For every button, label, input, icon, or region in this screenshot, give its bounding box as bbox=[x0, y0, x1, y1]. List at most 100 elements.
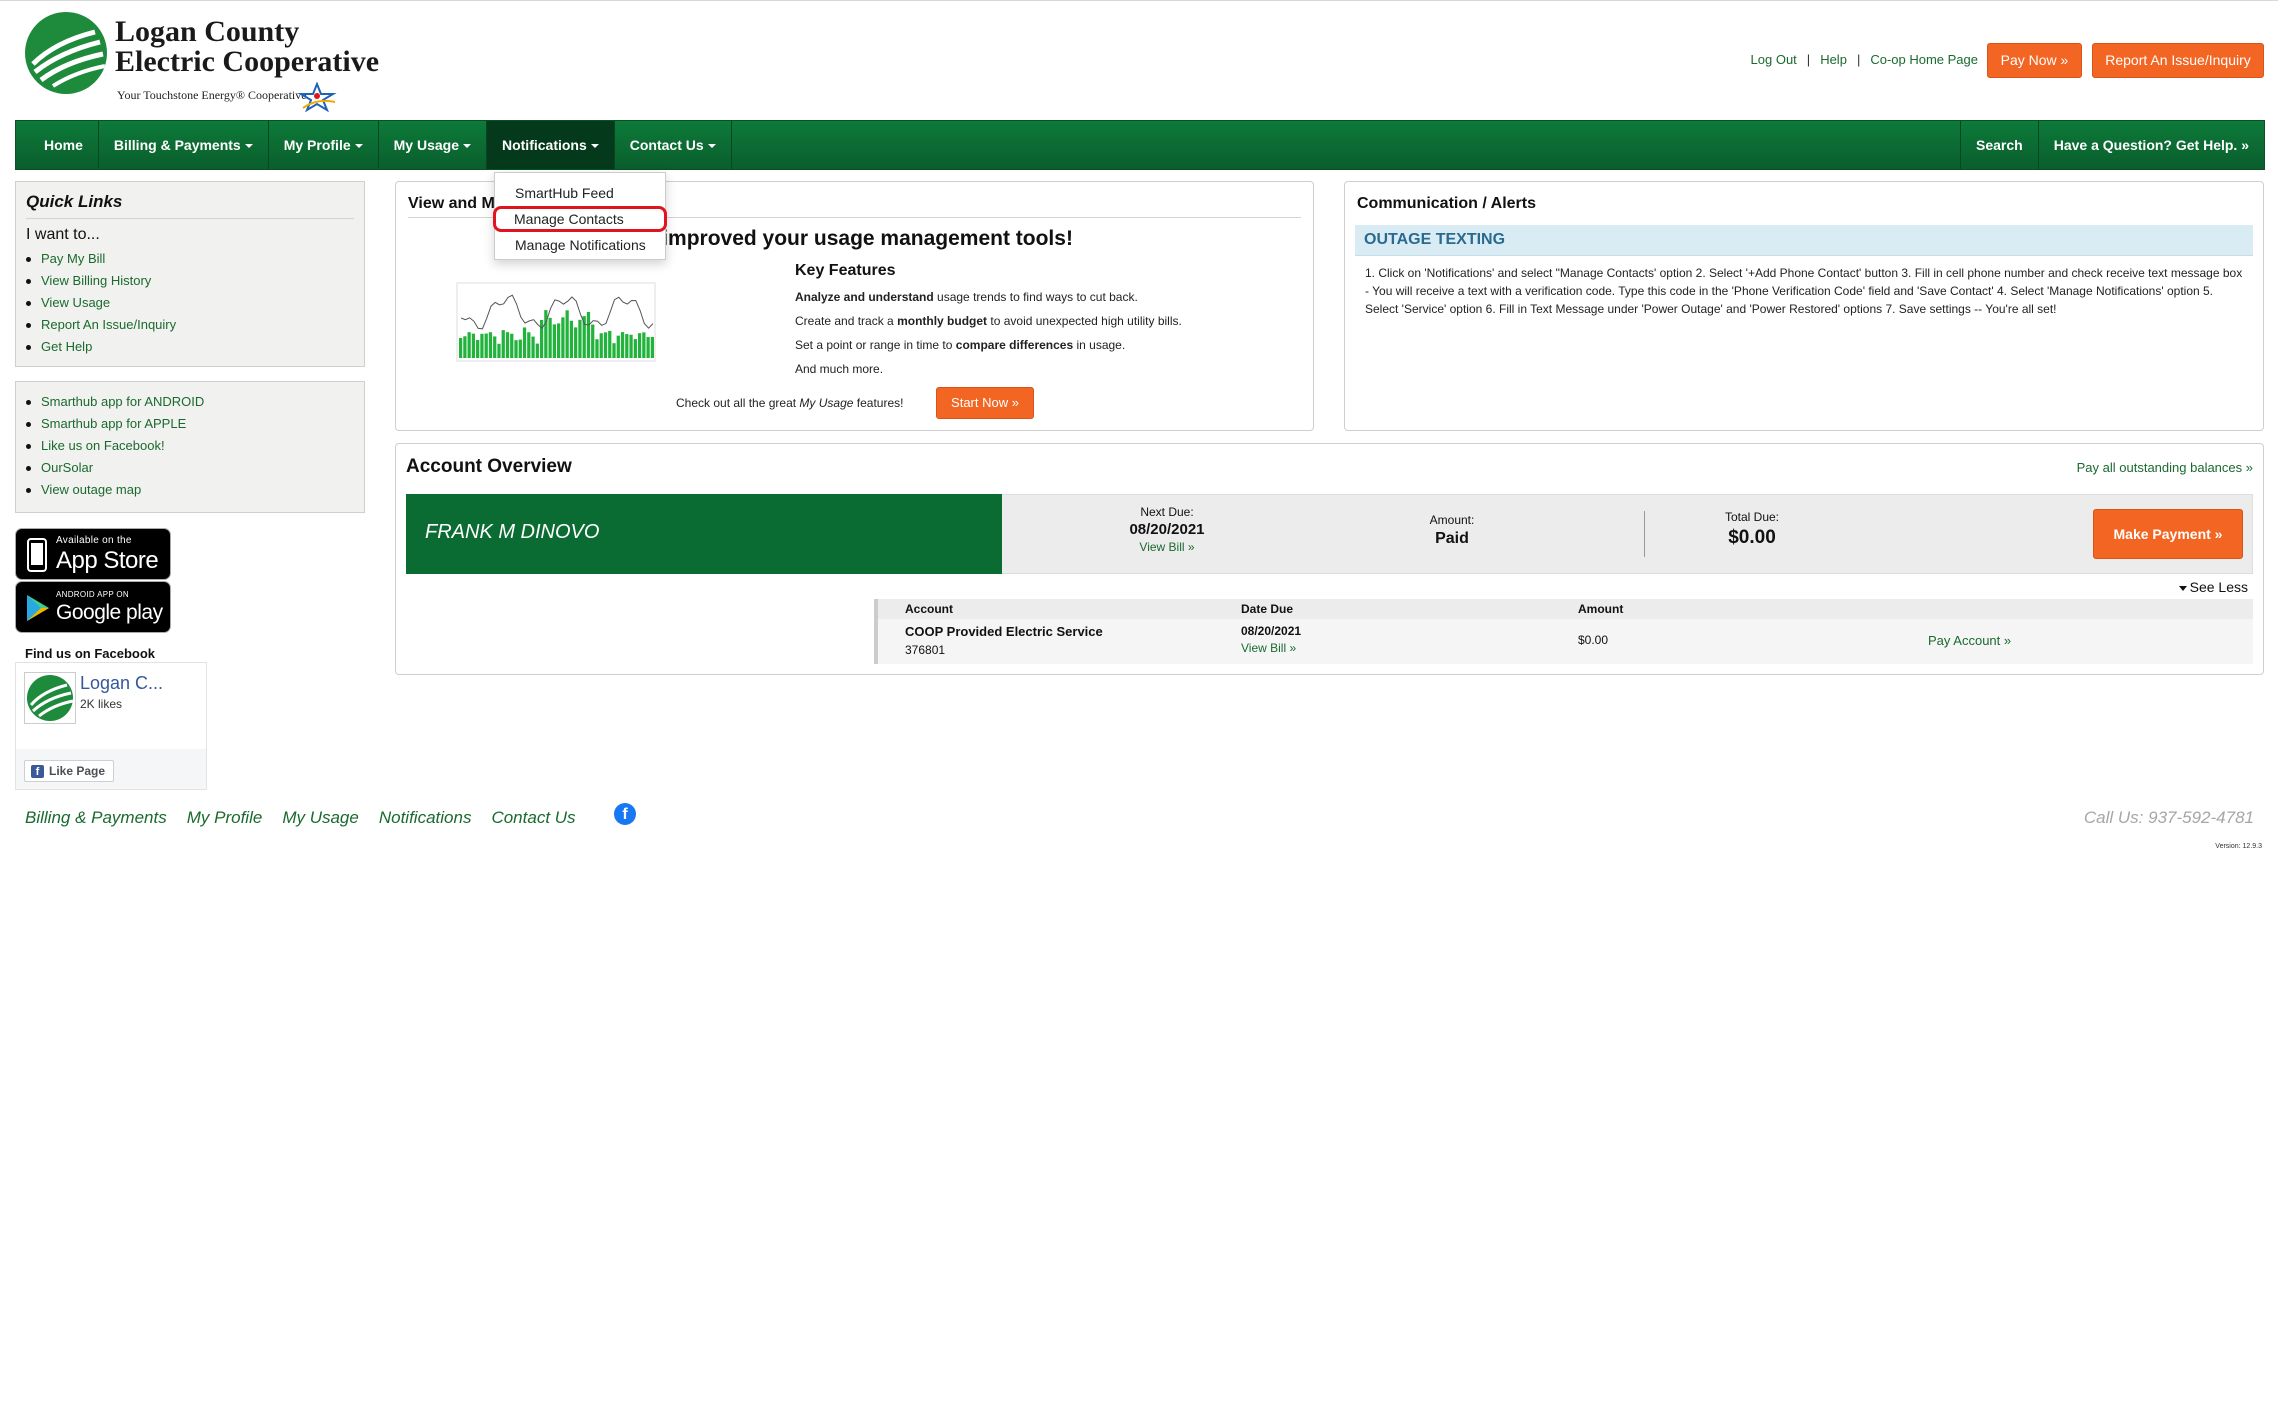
link-oursolar[interactable]: OurSolar bbox=[16, 457, 204, 479]
link-outage-map[interactable]: View outage map bbox=[16, 479, 204, 501]
nav-contact-us[interactable]: Contact Us bbox=[615, 121, 732, 169]
dropdown-manage-contacts[interactable]: Manage Contacts bbox=[493, 206, 667, 232]
quick-link-report-issue[interactable]: Report An Issue/Inquiry bbox=[16, 314, 176, 336]
footer-profile-link[interactable]: My Profile bbox=[187, 808, 263, 828]
next-due-label: Next Due: bbox=[1140, 505, 1194, 519]
footer-nav: Billing & Payments My Profile My Usage N… bbox=[25, 808, 576, 828]
feature-line: And much more. bbox=[795, 362, 884, 376]
thumbnail-bar bbox=[612, 343, 616, 358]
thumbnail-bar bbox=[493, 336, 497, 358]
pay-now-button[interactable]: Pay Now » bbox=[1987, 43, 2082, 78]
nav-my-profile[interactable]: My Profile bbox=[269, 121, 379, 169]
facebook-page-avatar[interactable] bbox=[24, 672, 76, 724]
report-issue-button[interactable]: Report An Issue/Inquiry bbox=[2092, 43, 2264, 78]
outage-texting-header: OUTAGE TEXTING bbox=[1355, 225, 2253, 256]
thumbnail-bar bbox=[467, 332, 471, 358]
thumbnail-bar bbox=[608, 330, 612, 358]
total-due-label: Total Due: bbox=[1724, 510, 1780, 524]
thumbnail-bar bbox=[599, 333, 603, 358]
thumbnail-bar bbox=[497, 343, 501, 358]
thumbnail-bar bbox=[535, 343, 539, 358]
top-border bbox=[0, 0, 2278, 1]
link-smarthub-apple[interactable]: Smarthub app for APPLE bbox=[16, 413, 204, 435]
thumbnail-bar bbox=[459, 338, 463, 358]
app-links-panel: Smarthub app for ANDROID Smarthub app fo… bbox=[15, 381, 365, 513]
make-payment-button[interactable]: Make Payment » bbox=[2093, 509, 2243, 559]
facebook-likes: 2K likes bbox=[80, 697, 123, 711]
help-link[interactable]: Help bbox=[1820, 52, 1847, 67]
next-due-date: 08/20/2021 bbox=[1129, 521, 1205, 538]
feature-text: to avoid unexpected high utility bills. bbox=[987, 314, 1182, 328]
amount-value: Paid bbox=[1435, 530, 1469, 547]
quick-link-pay-bill[interactable]: Pay My Bill bbox=[16, 248, 176, 270]
thumbnail-bar bbox=[642, 332, 646, 358]
caret-down-icon bbox=[354, 144, 363, 149]
dropdown-manage-notifications[interactable]: Manage Notifications bbox=[495, 232, 665, 258]
see-less-label: See Less bbox=[2189, 579, 2248, 595]
play-triangle-icon bbox=[27, 595, 49, 621]
outage-texting-title: OUTAGE TEXTING bbox=[1364, 231, 1506, 248]
thumbnail-bar bbox=[646, 337, 650, 358]
key-features-title: Key Features bbox=[795, 262, 896, 279]
facebook-icon[interactable]: f bbox=[614, 803, 636, 825]
thumbnail-bar bbox=[471, 333, 476, 358]
google-play-badge[interactable]: ANDROID APP ON Google play bbox=[15, 581, 171, 633]
feature-line: Analyze and understand usage trends to f… bbox=[795, 290, 1138, 304]
nav-home[interactable]: Home bbox=[16, 121, 99, 169]
feature-text: in usage. bbox=[1073, 338, 1126, 352]
view-bill-link[interactable]: View Bill » bbox=[1112, 540, 1222, 554]
thumbnail-bar bbox=[578, 319, 582, 358]
nav-search[interactable]: Search bbox=[1960, 121, 2038, 169]
account-summary-strip: FRANK M DINOVO Next Due: 08/20/2021 View… bbox=[406, 494, 2253, 574]
nav-notifications[interactable]: Notifications bbox=[486, 121, 615, 169]
feature-text: Set a point or range in time to bbox=[795, 338, 956, 352]
caret-down-icon bbox=[707, 144, 716, 149]
call-us-text: Call Us: 937-592-4781 bbox=[2083, 808, 2254, 827]
col-amount: Amount bbox=[1578, 602, 1624, 616]
app-store-badge[interactable]: Available on the App Store bbox=[15, 528, 171, 580]
nav-get-help[interactable]: Have a Question? Get Help. » bbox=[2037, 121, 2264, 169]
checkout-text: Check out all the great My Usage feature… bbox=[676, 396, 903, 410]
play-big-text: Google play bbox=[56, 601, 163, 624]
thumbnail-bar bbox=[637, 333, 642, 358]
dropdown-smarthub-feed[interactable]: SmartHub Feed bbox=[495, 180, 665, 206]
row-view-bill-link[interactable]: View Bill » bbox=[1241, 641, 1296, 655]
coop-home-link[interactable]: Co-op Home Page bbox=[1870, 52, 1978, 67]
coop-logo[interactable]: Logan County Electric Cooperative Your T… bbox=[25, 12, 385, 112]
link-separator: | bbox=[1806, 52, 1811, 67]
nav-billing-payments[interactable]: Billing & Payments bbox=[99, 121, 269, 169]
top-links: Log Out | Help | Co-op Home Page bbox=[1751, 52, 1978, 67]
quick-link-view-usage[interactable]: View Usage bbox=[16, 292, 176, 314]
checkout-em: My Usage bbox=[799, 396, 854, 410]
feature-bold: Analyze and understand bbox=[795, 290, 934, 304]
account-overview-title: Account Overview bbox=[406, 456, 572, 477]
link-facebook[interactable]: Like us on Facebook! bbox=[16, 435, 204, 457]
footer-billing-link[interactable]: Billing & Payments bbox=[25, 808, 167, 828]
table-header: Account Date Due Amount bbox=[874, 599, 2253, 619]
facebook-like-button[interactable]: f Like Page bbox=[24, 760, 114, 782]
col-date-due: Date Due bbox=[1241, 602, 1294, 616]
thumbnail-bar bbox=[616, 335, 620, 358]
pay-all-balances-link[interactable]: Pay all outstanding balances » bbox=[2077, 460, 2253, 475]
footer-notifications-link[interactable]: Notifications bbox=[379, 808, 472, 828]
caret-down-icon bbox=[244, 144, 253, 149]
footer-usage-link[interactable]: My Usage bbox=[282, 808, 359, 828]
link-smarthub-android[interactable]: Smarthub app for ANDROID bbox=[16, 391, 204, 413]
facebook-page-name[interactable]: Logan C... bbox=[80, 673, 163, 694]
start-now-button[interactable]: Start Now » bbox=[936, 387, 1034, 419]
see-less-toggle[interactable]: See Less bbox=[2178, 579, 2248, 595]
quick-link-billing-history[interactable]: View Billing History bbox=[16, 270, 176, 292]
nav-my-usage[interactable]: My Usage bbox=[379, 121, 487, 169]
amount-label: Amount: bbox=[1429, 513, 1475, 527]
caret-down-icon bbox=[462, 144, 471, 149]
pay-account-link[interactable]: Pay Account » bbox=[1928, 633, 2011, 648]
touchstone-star-icon bbox=[297, 82, 337, 112]
feature-bold: compare differences bbox=[955, 338, 1074, 352]
comm-panel-title: Communication / Alerts bbox=[1357, 195, 1536, 212]
service-name: COOP Provided Electric Service bbox=[905, 624, 1103, 639]
app-links-list: Smarthub app for ANDROID Smarthub app fo… bbox=[16, 391, 204, 501]
logout-link[interactable]: Log Out bbox=[1751, 52, 1797, 67]
footer-contact-link[interactable]: Contact Us bbox=[491, 808, 575, 828]
account-holder-box: FRANK M DINOVO bbox=[406, 494, 1002, 574]
quick-link-get-help[interactable]: Get Help bbox=[16, 336, 176, 358]
